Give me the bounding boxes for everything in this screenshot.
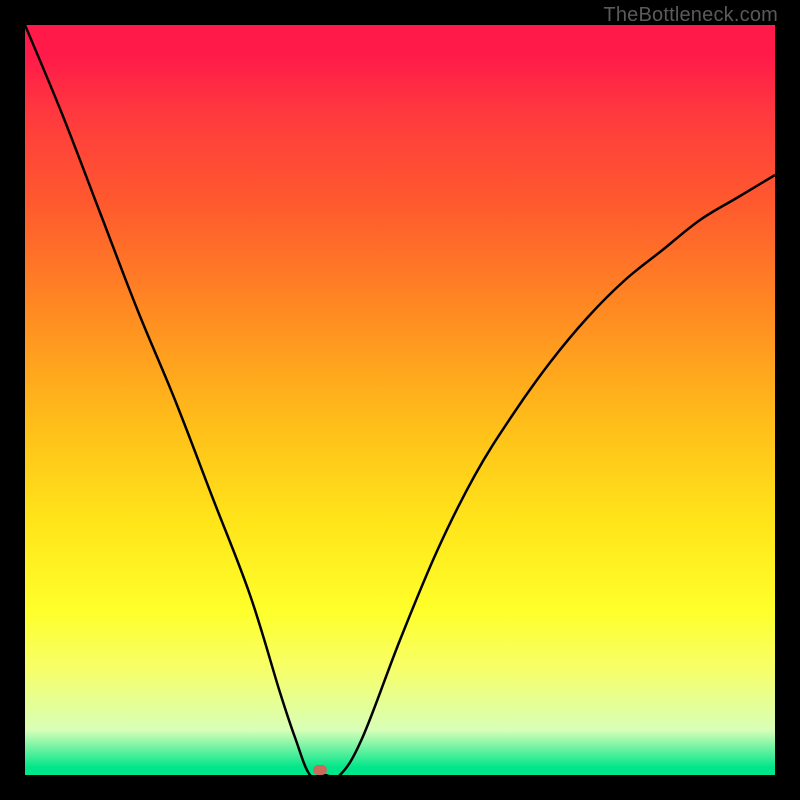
chart-plot-area [25, 25, 775, 775]
bottleneck-curve [25, 25, 775, 775]
optimal-point-marker [313, 765, 327, 775]
watermark-text: TheBottleneck.com [603, 4, 778, 27]
